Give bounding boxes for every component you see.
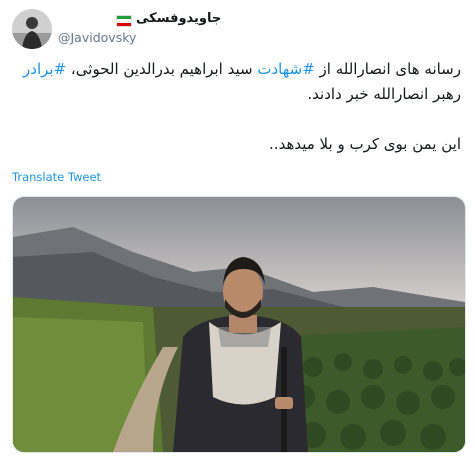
avatar[interactable] <box>12 9 52 49</box>
tweet-text-line3: این یمن بوی کرب و بلا میدهد.. <box>269 135 461 153</box>
tweet-photo[interactable] <box>12 196 466 453</box>
tweet-header: جاویدوفسکی <box>56 11 475 31</box>
display-name[interactable]: جاویدوفسکی <box>136 11 221 26</box>
translate-tweet-link[interactable]: Translate Tweet <box>12 170 101 184</box>
tweet-text: رسانه های انصارالله از #شهادت سید ابراهی… <box>13 57 461 157</box>
user-handle[interactable]: @Javidovsky <box>58 30 136 45</box>
hashtag-link[interactable]: #شهادت <box>257 60 314 78</box>
tweet-text-part: سید ابراهیم بدرالدین الحوثی، <box>66 60 258 78</box>
tweet-text-line1: رسانه های انصارالله از #شهادت سید ابراهی… <box>13 57 461 82</box>
hashtag-link[interactable]: #برادر <box>23 60 66 78</box>
tweet-text-part: رسانه های انصارالله از <box>314 60 461 78</box>
tweet-text-line2: رهبر انصارالله خبر دادند. <box>307 85 461 103</box>
iran-flag-icon <box>116 15 132 27</box>
